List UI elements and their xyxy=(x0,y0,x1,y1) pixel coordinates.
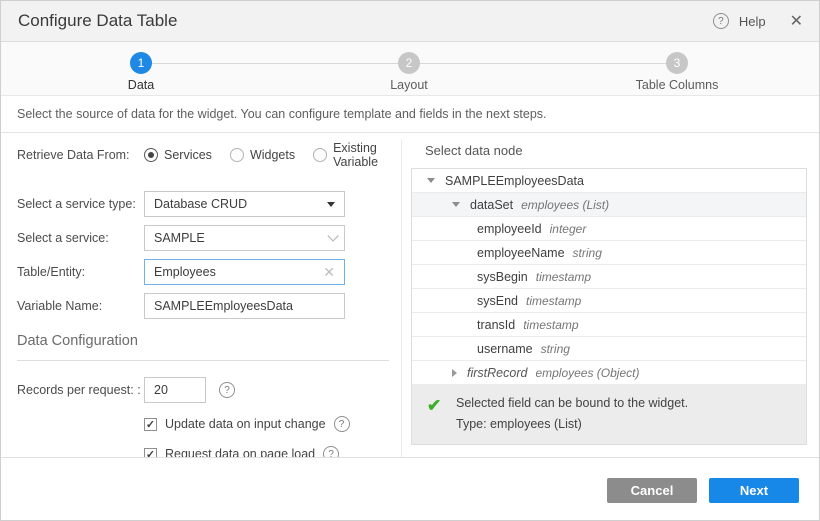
tree-node-name: sysEnd xyxy=(477,293,518,308)
binding-info-box: ✔ Selected field can be bound to the wid… xyxy=(412,385,806,444)
table-entity-label: Table/Entity: xyxy=(17,265,86,279)
step-3-circle: 3 xyxy=(666,52,688,74)
step-table-columns[interactable]: 3 Table Columns xyxy=(617,52,737,92)
tree-node-name: sysBegin xyxy=(477,269,528,284)
step-1-label: Data xyxy=(127,78,155,92)
tree-node-type: string xyxy=(572,245,602,260)
retrieve-source-radio-group: Services Widgets Existing Variable xyxy=(144,141,389,169)
variable-name-label: Variable Name: xyxy=(17,299,103,313)
binding-info-line2: Type: employees (List) xyxy=(456,417,582,431)
panel-divider xyxy=(401,139,402,457)
section-divider xyxy=(17,360,389,361)
caret-down-icon[interactable] xyxy=(427,178,435,183)
tree-row-employeeid[interactable]: employeeId integer xyxy=(412,217,806,241)
caret-right-icon[interactable] xyxy=(452,368,457,377)
select-data-node-title: Select data node xyxy=(425,143,523,158)
step-1-circle: 1 xyxy=(130,52,152,74)
service-label: Select a service: xyxy=(17,231,109,245)
records-help-icon[interactable]: ? xyxy=(219,382,235,398)
description-text: Select the source of data for the widget… xyxy=(17,107,547,121)
tree-row-dataset[interactable]: dataSet employees (List) xyxy=(412,193,806,217)
green-check-icon: ✔ xyxy=(427,396,442,415)
tree-row-transid[interactable]: transId timestamp xyxy=(412,313,806,337)
radio-widgets-dot xyxy=(229,148,244,162)
update-on-input-change-row: ✓ Update data on input change ? xyxy=(144,416,389,432)
step-2-circle: 2 xyxy=(398,52,420,74)
radio-services-dot xyxy=(144,148,158,162)
title-bar: Configure Data Table ? Help ✕ xyxy=(1,1,819,42)
data-configuration-heading: Data Configuration xyxy=(17,333,138,349)
records-per-request-input[interactable] xyxy=(154,383,196,397)
clear-icon[interactable]: ✕ xyxy=(323,264,335,281)
tree-node-type: employees (List) xyxy=(521,197,610,212)
service-type-label: Select a service type: xyxy=(17,197,136,211)
configure-data-table-dialog: Configure Data Table ? Help ✕ 1 Data 2 L… xyxy=(0,0,820,521)
tree-row-root[interactable]: SAMPLEEmployeesData xyxy=(412,169,806,193)
step-data[interactable]: 1 Data xyxy=(81,52,201,92)
caret-down-icon[interactable] xyxy=(452,202,460,207)
tree-node-name: username xyxy=(477,341,533,356)
variable-name-input[interactable] xyxy=(154,299,335,313)
radio-existing-variable[interactable]: Existing Variable xyxy=(313,141,389,169)
tree-row-firstrecord[interactable]: firstRecord employees (Object) xyxy=(412,361,806,385)
help-link[interactable]: Help xyxy=(739,14,766,29)
chevron-down-icon xyxy=(327,230,339,242)
radio-existing-variable-label: Existing Variable xyxy=(333,141,379,169)
variable-name-field-wrap xyxy=(144,293,345,319)
description-bar: Select the source of data for the widget… xyxy=(1,97,819,133)
tree-node-name: employeeId xyxy=(477,221,542,236)
update-on-input-change-label: Update data on input change xyxy=(165,417,326,431)
tree-node-type: timestamp xyxy=(523,317,579,332)
select-data-node-panel: Select data node SAMPLEEmployeesData dat… xyxy=(411,141,807,445)
stepper: 1 Data 2 Layout 3 Table Columns xyxy=(1,42,819,96)
dropdown-arrow-icon xyxy=(327,201,335,207)
tree-node-type: timestamp xyxy=(526,293,582,308)
radio-services[interactable]: Services xyxy=(144,148,212,162)
update-on-input-change-checkbox[interactable]: ✓ xyxy=(144,417,157,431)
service-select[interactable]: SAMPLE xyxy=(144,225,345,251)
table-entity-field-wrap: ✕ xyxy=(144,259,345,285)
service-value: SAMPLE xyxy=(154,231,205,245)
tree-node-name: dataSet xyxy=(470,197,514,212)
tree-row-sysbegin[interactable]: sysBegin timestamp xyxy=(412,265,806,289)
records-per-request-label: Records per request: : xyxy=(17,383,141,397)
tree-node-name: transId xyxy=(477,317,516,332)
close-icon[interactable]: ✕ xyxy=(790,11,803,31)
tree-node-type: employees (Object) xyxy=(535,365,640,380)
radio-services-label: Services xyxy=(164,148,212,162)
tree-node-name: employeeName xyxy=(477,245,565,260)
service-type-value: Database CRUD xyxy=(154,197,248,211)
binding-info-line1: Selected field can be bound to the widge… xyxy=(456,396,689,410)
tree-row-username[interactable]: username string xyxy=(412,337,806,361)
help-icon[interactable]: ? xyxy=(712,13,729,29)
radio-widgets[interactable]: Widgets xyxy=(229,148,296,162)
records-field-wrap xyxy=(144,377,206,403)
service-type-select[interactable]: Database CRUD xyxy=(144,191,345,217)
step-3-label: Table Columns xyxy=(635,78,719,92)
dialog-title: Configure Data Table xyxy=(18,11,178,30)
radio-widgets-label: Widgets xyxy=(249,148,296,162)
update-on-input-change-help-icon[interactable]: ? xyxy=(333,416,350,432)
tree-row-employeename[interactable]: employeeName string xyxy=(412,241,806,265)
tree-node-name: SAMPLEEmployeesData xyxy=(445,173,584,188)
tree-node-name: firstRecord xyxy=(467,365,528,380)
data-form: Retrieve Data From: Services Widgets Exi… xyxy=(17,141,389,476)
tree-row-sysend[interactable]: sysEnd timestamp xyxy=(412,289,806,313)
tree-node-type: integer xyxy=(549,221,587,236)
next-button[interactable]: Next xyxy=(709,478,799,503)
table-entity-input[interactable] xyxy=(154,265,320,279)
tree-node-type: timestamp xyxy=(535,269,592,284)
data-node-tree: SAMPLEEmployeesData dataSet employees (L… xyxy=(411,168,807,445)
footer-bar: Cancel Next xyxy=(1,457,819,520)
step-layout[interactable]: 2 Layout xyxy=(349,52,469,92)
step-2-label: Layout xyxy=(390,78,428,92)
radio-existing-variable-dot xyxy=(313,148,328,162)
tree-node-type: string xyxy=(540,341,570,356)
cancel-button[interactable]: Cancel xyxy=(607,478,697,503)
retrieve-data-from-label: Retrieve Data From: xyxy=(17,148,130,162)
